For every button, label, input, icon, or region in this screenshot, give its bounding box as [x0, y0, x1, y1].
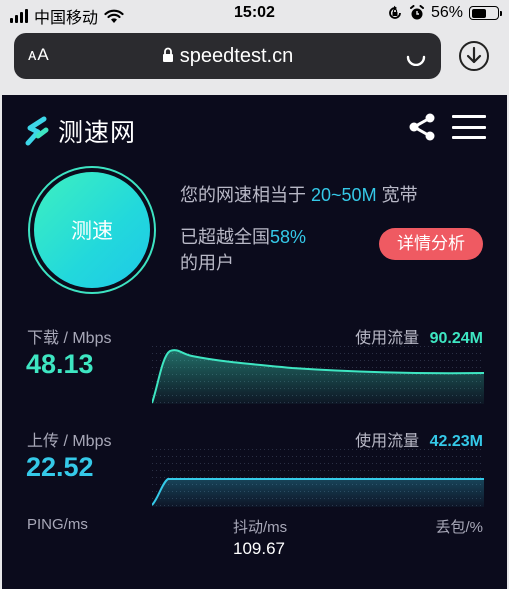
download-usage: 使用流量 90.24M: [355, 324, 483, 348]
brand-logo[interactable]: 测速网: [24, 113, 136, 149]
url-display[interactable]: speedtest.cn: [14, 45, 441, 68]
download-icon[interactable]: [458, 40, 490, 72]
packet-loss-label: 丢包/%: [435, 519, 483, 536]
url-text: speedtest.cn: [179, 45, 294, 67]
speed-summary: 您的网速相当于 20~50M 宽带: [180, 181, 418, 207]
download-speed-graph: [152, 346, 484, 404]
upload-usage: 使用流量 42.23M: [355, 427, 483, 451]
jitter-value: 109.67: [233, 539, 285, 558]
beat-prefix: 已超越全国: [180, 227, 270, 247]
share-icon[interactable]: [407, 112, 437, 142]
upload-usage-label: 使用流量: [355, 433, 420, 450]
download-usage-value: 90.24M: [429, 330, 483, 347]
orientation-lock-icon: [389, 5, 401, 19]
jitter-label: 抖动/ms: [233, 519, 288, 536]
speedtest-app: 测速网 测速 您的网速相当于 20~50M 宽带 已超越全国58% 的用户 详情…: [2, 95, 507, 589]
upload-label: 上传 / Mbps: [27, 433, 112, 450]
ping-label: PING/ms: [27, 516, 88, 533]
alarm-icon: [409, 5, 424, 20]
address-bar[interactable]: ᴀA speedtest.cn: [14, 33, 441, 79]
beat-percent: 58%: [270, 227, 307, 247]
menu-icon[interactable]: [452, 115, 486, 141]
summary-suffix: 宽带: [381, 185, 418, 205]
battery-percent: 56%: [430, 4, 463, 21]
loading-spinner-icon[interactable]: [405, 44, 427, 66]
download-speed: 48.13: [26, 349, 94, 379]
download-usage-label: 使用流量: [355, 330, 420, 347]
lock-icon: [162, 47, 173, 62]
beat-summary: 已超越全国58%: [180, 223, 306, 249]
status-right: 56%: [387, 4, 502, 22]
upload-speed-graph: [152, 449, 484, 507]
brand-name: 测速网: [58, 119, 137, 147]
download-label: 下载 / Mbps: [27, 330, 112, 347]
beat-suffix: 的用户: [180, 253, 234, 273]
battery-icon: [469, 6, 502, 20]
summary-speed: 20~50M: [311, 185, 377, 205]
start-test-button[interactable]: 测速: [28, 166, 156, 294]
start-test-label: 测速: [34, 172, 150, 288]
status-bar: 中国移动 15:02 56%: [0, 0, 509, 28]
logo-icon: [25, 116, 49, 146]
upload-speed: 22.52: [26, 452, 94, 482]
upload-usage-value: 42.23M: [429, 433, 483, 450]
detail-analysis-button[interactable]: 详情分析: [379, 228, 483, 260]
summary-prefix: 您的网速相当于: [180, 185, 306, 205]
